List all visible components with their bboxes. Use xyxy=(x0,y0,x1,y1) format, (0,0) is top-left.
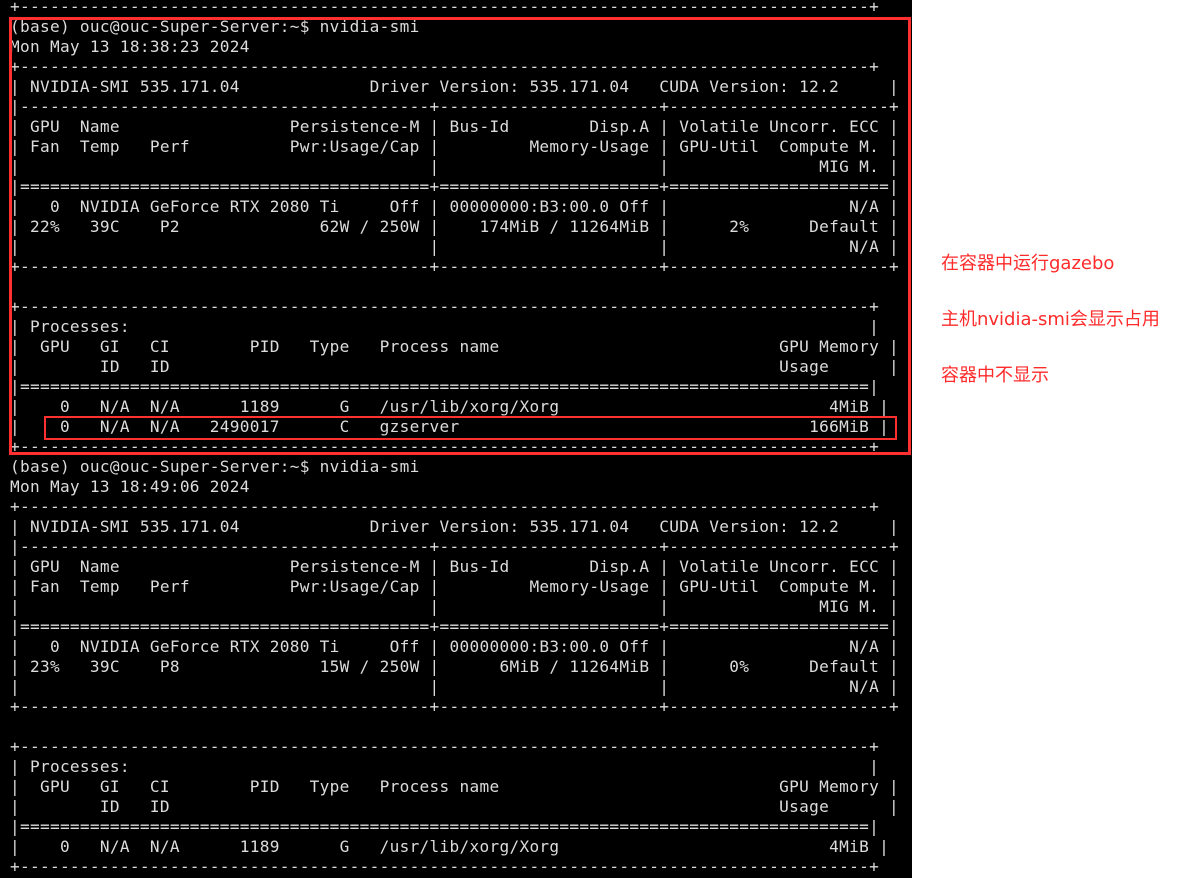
terminal-line: | GPU Name Persistence-M | Bus-Id Disp.A… xyxy=(10,117,900,136)
terminal-line: +---------------------------------------… xyxy=(10,57,880,76)
terminal-line: | Processes: | xyxy=(10,317,880,336)
terminal-line: (base) ouc@ouc-Super-Server:~$ nvidia-sm… xyxy=(10,17,420,36)
terminal-line: | 0 N/A N/A 1189 G /usr/lib/xorg/Xorg 4M… xyxy=(10,397,890,416)
terminal-line: | | | MIG M. | xyxy=(10,157,900,176)
terminal-line: +---------------------------------------… xyxy=(10,857,880,876)
terminal-line: | GPU GI CI PID Type Process name GPU Me… xyxy=(10,337,900,356)
terminal-line: | | | N/A | xyxy=(10,237,900,256)
terminal-line: | Processes: | xyxy=(10,757,880,776)
annotation-run-gazebo: 在容器中运行gazebo xyxy=(941,253,1115,274)
terminal-line: +---------------------------------------… xyxy=(10,497,880,516)
terminal-line: |=======================================… xyxy=(10,377,880,396)
terminal-line: | ID ID Usage | xyxy=(10,357,900,376)
terminal-line: +---------------------------------------… xyxy=(10,437,880,456)
terminal-line: +---------------------------------------… xyxy=(10,737,880,756)
terminal-line: |---------------------------------------… xyxy=(10,97,900,116)
terminal-line: | Fan Temp Perf Pwr:Usage/Cap | Memory-U… xyxy=(10,137,900,156)
terminal-line: | 22% 39C P2 62W / 250W | 174MiB / 11264… xyxy=(10,217,900,236)
terminal-line: | 0 NVIDIA GeForce RTX 2080 Ti Off | 000… xyxy=(10,637,900,656)
annotation-host-shows-usage: 主机nvidia-smi会显示占用 xyxy=(941,309,1160,330)
annotation-container-not-shown: 容器中不显示 xyxy=(941,365,1049,386)
terminal-line: | 0 N/A N/A 2490017 C gzserver 166MiB | xyxy=(10,417,890,436)
terminal-line: (base) ouc@ouc-Super-Server:~$ nvidia-sm… xyxy=(10,457,420,476)
terminal-line: | NVIDIA-SMI 535.171.04 Driver Version: … xyxy=(10,517,900,536)
terminal-line: | 23% 39C P8 15W / 250W | 6MiB / 11264Mi… xyxy=(10,657,900,676)
terminal-window[interactable]: +---------------------------------------… xyxy=(0,0,912,878)
terminal-line: | | | MIG M. | xyxy=(10,597,900,616)
terminal-line: Mon May 13 18:49:06 2024 xyxy=(10,477,250,496)
terminal-line: |=======================================… xyxy=(10,817,880,836)
terminal-line: +---------------------------------------… xyxy=(10,0,880,16)
terminal-line: +---------------------------------------… xyxy=(10,697,900,716)
terminal-line: | GPU GI CI PID Type Process name GPU Me… xyxy=(10,777,900,796)
terminal-line: | GPU Name Persistence-M | Bus-Id Disp.A… xyxy=(10,557,900,576)
terminal-line: | Fan Temp Perf Pwr:Usage/Cap | Memory-U… xyxy=(10,577,900,596)
terminal-line: |---------------------------------------… xyxy=(10,537,900,556)
terminal-line: | 0 N/A N/A 1189 G /usr/lib/xorg/Xorg 4M… xyxy=(10,837,890,856)
terminal-line: +---------------------------------------… xyxy=(10,257,900,276)
terminal-line: |=======================================… xyxy=(10,617,900,636)
terminal-line: | NVIDIA-SMI 535.171.04 Driver Version: … xyxy=(10,77,900,96)
terminal-line: |=======================================… xyxy=(10,177,900,196)
terminal-line: | | | N/A | xyxy=(10,677,900,696)
terminal-line: +---------------------------------------… xyxy=(10,297,880,316)
terminal-line: | ID ID Usage | xyxy=(10,797,900,816)
terminal-line: | 0 NVIDIA GeForce RTX 2080 Ti Off | 000… xyxy=(10,197,900,216)
terminal-line: Mon May 13 18:38:23 2024 xyxy=(10,37,250,56)
